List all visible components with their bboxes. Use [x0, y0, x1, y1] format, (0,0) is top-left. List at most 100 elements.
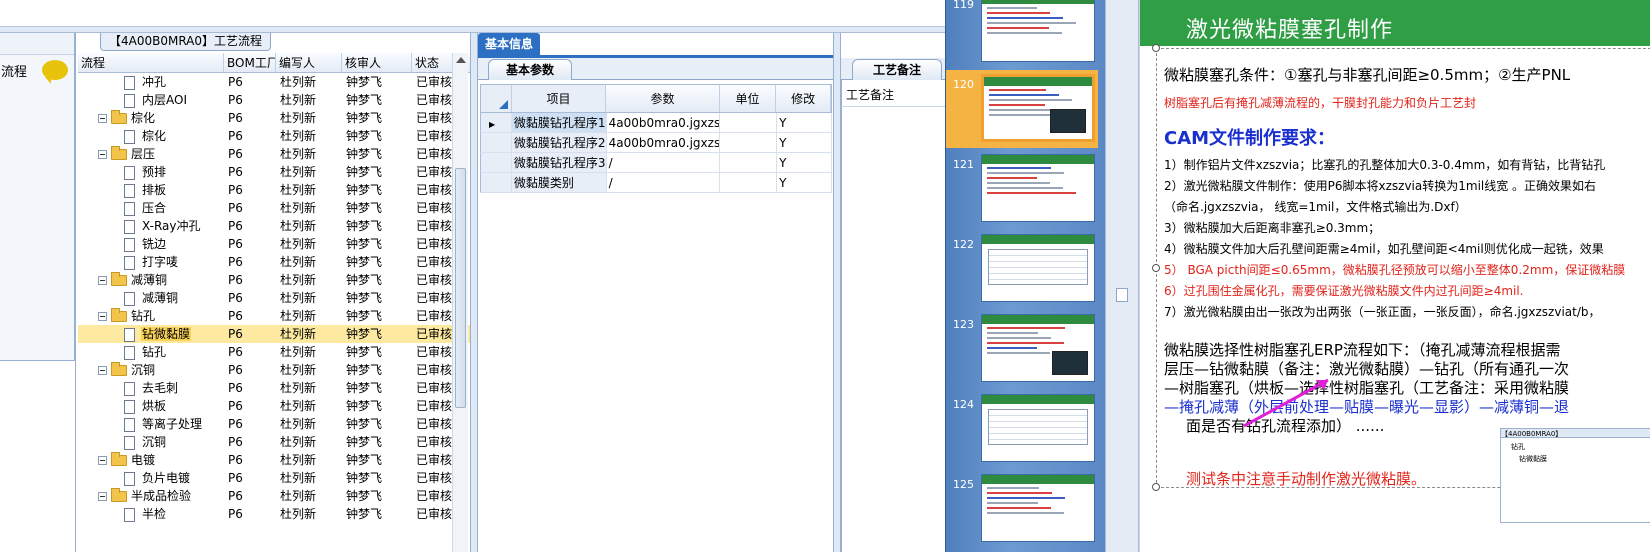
slide-thumbnail[interactable]: [981, 74, 1095, 142]
param-cell-unit[interactable]: [720, 173, 778, 192]
tree-col-bom[interactable]: BOM工厂: [224, 53, 276, 72]
tree-row[interactable]: 排板 P6 杜列新 钟梦飞 已审核: [78, 181, 481, 199]
slide-pane-divider[interactable]: [1105, 0, 1139, 552]
slide-title[interactable]: 激光微粘膜塞孔制作: [1186, 12, 1393, 44]
param-col-edit[interactable]: 修改: [776, 85, 831, 112]
slide-thumbnail[interactable]: [981, 394, 1095, 462]
tree-row[interactable]: 打字唛 P6 杜列新 钟梦飞 已审核: [78, 253, 481, 271]
param-col-param[interactable]: 参数: [606, 85, 720, 112]
slide-thumbnail[interactable]: [981, 0, 1095, 62]
tree-cell-process[interactable]: 压合: [78, 199, 224, 217]
resize-handle-bl[interactable]: [1152, 483, 1160, 491]
slide-thumbnail[interactable]: [981, 154, 1095, 222]
tree-row[interactable]: 冲孔 P6 杜列新 钟梦飞 已审核: [78, 73, 481, 91]
param-cell-value[interactable]: /: [607, 153, 721, 172]
tab-basic-params[interactable]: 基本参数: [488, 59, 572, 80]
tree-row[interactable]: 压合 P6 杜列新 钟梦飞 已审核: [78, 199, 481, 217]
tree-cell-process[interactable]: 负片电镀: [78, 469, 224, 487]
divider-grip-icon[interactable]: [1116, 288, 1128, 302]
tree-row[interactable]: 半检 P6 杜列新 钟梦飞 已审核: [78, 505, 481, 523]
tree-cell-process[interactable]: 半成品检验: [78, 487, 224, 505]
param-cell-item[interactable]: 微黏膜钻孔程序2: [511, 133, 607, 152]
collapse-icon[interactable]: [98, 150, 107, 159]
param-cell-unit[interactable]: [720, 153, 778, 172]
tree-cell-process[interactable]: 棕化: [78, 127, 224, 145]
tree-cell-process[interactable]: 沉铜: [78, 433, 224, 451]
scroll-thumb[interactable]: [455, 168, 466, 408]
tree-col-process[interactable]: 流程: [78, 53, 224, 72]
collapse-icon[interactable]: [98, 312, 107, 321]
tree-row[interactable]: 负片电镀 P6 杜列新 钟梦飞 已审核: [78, 469, 481, 487]
row-header[interactable]: [481, 173, 512, 192]
tree-cell-process[interactable]: 内层AOI: [78, 91, 224, 109]
tree-cell-process[interactable]: 电镀: [78, 451, 224, 469]
embedded-screenshot[interactable]: 【4A00B0MRA0】 钻孔 钻微黏膜: [1500, 428, 1650, 523]
tree-cell-process[interactable]: X-Ray冲孔: [78, 217, 224, 235]
param-cell-item[interactable]: 微黏膜钻孔程序1: [511, 113, 607, 132]
collapse-icon[interactable]: [98, 114, 107, 123]
resize-handle-tl[interactable]: [1152, 44, 1160, 52]
tree-cell-process[interactable]: 钻孔: [78, 343, 224, 361]
tree-cell-process[interactable]: 等离子处理: [78, 415, 224, 433]
tree-row[interactable]: 等离子处理 P6 杜列新 钟梦飞 已审核: [78, 415, 481, 433]
tree-row[interactable]: 内层AOI P6 杜列新 钟梦飞 已审核: [78, 91, 481, 109]
tree-row[interactable]: 层压 P6 杜列新 钟梦飞 已审核: [78, 145, 481, 163]
row-header[interactable]: [481, 153, 512, 172]
slide-thumbnail[interactable]: [981, 314, 1095, 382]
param-corner[interactable]: [481, 85, 512, 112]
tree-row[interactable]: 减薄铜 P6 杜列新 钟梦飞 已审核: [78, 271, 481, 289]
tree-row[interactable]: 电镀 P6 杜列新 钟梦飞 已审核: [78, 451, 481, 469]
param-cell-edit[interactable]: Y: [777, 153, 833, 172]
tree-row[interactable]: 去毛刺 P6 杜列新 钟梦飞 已审核: [78, 379, 481, 397]
scroll-up-icon[interactable]: [456, 57, 466, 63]
collapse-icon[interactable]: [98, 492, 107, 501]
param-row[interactable]: 微黏膜钻孔程序3/ Y: [480, 153, 833, 173]
param-cell-edit[interactable]: Y: [777, 133, 833, 152]
tree-cell-process[interactable]: 铣边: [78, 235, 224, 253]
tree-cell-process[interactable]: 减薄铜: [78, 271, 224, 289]
tree-col-reviewer[interactable]: 核审人: [342, 53, 412, 72]
param-cell-unit[interactable]: [720, 133, 778, 152]
tree-row[interactable]: 半成品检验 P6 杜列新 钟梦飞 已审核: [78, 487, 481, 505]
param-row[interactable]: 微黏膜类别 / Y: [480, 173, 833, 193]
tree-cell-process[interactable]: 冲孔: [78, 73, 224, 91]
tree-cell-process[interactable]: 钻孔: [78, 307, 224, 325]
tree-row[interactable]: 棕化 P6 杜列新 钟梦飞 已审核: [78, 127, 481, 145]
param-col-item[interactable]: 项目: [511, 85, 607, 112]
tree-col-writer[interactable]: 编写人: [276, 53, 342, 72]
process-notes-body[interactable]: [841, 80, 945, 552]
collapse-icon[interactable]: [98, 366, 107, 375]
left-panel-process-item[interactable]: 流程: [0, 55, 74, 85]
tree-cell-process[interactable]: 排板: [78, 181, 224, 199]
tree-cell-process[interactable]: 棕化: [78, 109, 224, 127]
tree-row[interactable]: X-Ray冲孔 P6 杜列新 钟梦飞 已审核: [78, 217, 481, 235]
param-cell-value[interactable]: 4a00b0mra0.jgxzs...: [607, 113, 721, 132]
tab-basic-info[interactable]: 基本信息: [478, 33, 540, 55]
vertical-splitter-2[interactable]: [833, 33, 841, 552]
tree-cell-process[interactable]: 烘板: [78, 397, 224, 415]
param-cell-value[interactable]: 4a00b0mra0.jgxzs...: [607, 133, 721, 152]
tree-cell-process[interactable]: 钻微黏膜: [78, 325, 224, 343]
slide-thumbnail[interactable]: [981, 474, 1095, 542]
tree-cell-process[interactable]: 半检: [78, 505, 224, 523]
tree-row[interactable]: 沉铜 P6 杜列新 钟梦飞 已审核: [78, 361, 481, 379]
param-cell-item[interactable]: 微黏膜钻孔程序3: [511, 153, 607, 172]
param-cell-edit[interactable]: Y: [777, 113, 833, 132]
tree-row[interactable]: 沉铜 P6 杜列新 钟梦飞 已审核: [78, 433, 481, 451]
param-row[interactable]: 微黏膜钻孔程序2 4a00b0mra0.jgxzs... Y: [480, 133, 833, 153]
tree-cell-process[interactable]: 减薄铜: [78, 289, 224, 307]
tree-row[interactable]: 减薄铜 P6 杜列新 钟梦飞 已审核: [78, 289, 481, 307]
param-cell-unit[interactable]: [720, 113, 778, 132]
tree-cell-process[interactable]: 去毛刺: [78, 379, 224, 397]
param-cell-item[interactable]: 微黏膜类别: [511, 173, 607, 192]
param-col-unit[interactable]: 单位: [720, 85, 777, 112]
tree-row[interactable]: 铣边 P6 杜列新 钟梦飞 已审核: [78, 235, 481, 253]
collapse-icon[interactable]: [98, 276, 107, 285]
slide-thumbnail[interactable]: [981, 234, 1095, 302]
tree-vertical-scrollbar[interactable]: [452, 53, 468, 552]
param-cell-value[interactable]: /: [607, 173, 721, 192]
param-cell-edit[interactable]: Y: [777, 173, 833, 192]
param-row[interactable]: 微黏膜钻孔程序14a00b0mra0.jgxzs... Y: [480, 113, 833, 133]
chat-bubble-icon[interactable]: [42, 60, 68, 84]
tree-cell-process[interactable]: 预排: [78, 163, 224, 181]
